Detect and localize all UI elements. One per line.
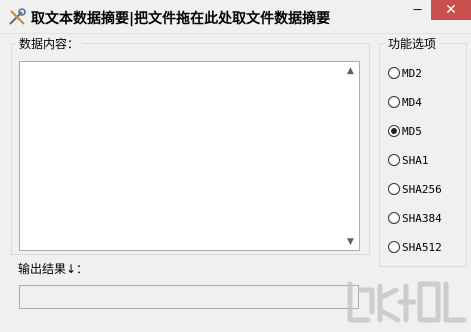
- radio-sha1[interactable]: [388, 154, 400, 166]
- output-label: 输出结果↓：: [18, 262, 89, 276]
- data-content-label: 数据内容：: [16, 35, 83, 52]
- option-md5-label: MD5: [402, 124, 422, 138]
- watermark-logo: [347, 281, 467, 323]
- option-sha1-label: SHA1: [402, 153, 429, 167]
- scroll-down-icon[interactable]: ▼: [342, 233, 359, 250]
- option-sha384[interactable]: SHA384: [388, 210, 442, 226]
- option-sha256-label: SHA256: [402, 182, 442, 196]
- radio-sha384[interactable]: [388, 212, 400, 224]
- option-sha1[interactable]: SHA1: [388, 152, 429, 168]
- minimize-button[interactable]: ─: [404, 0, 431, 20]
- radio-md5[interactable]: [388, 125, 400, 137]
- close-button[interactable]: ✕: [431, 0, 471, 20]
- option-md5[interactable]: MD5: [388, 123, 422, 139]
- option-md4-label: MD4: [402, 95, 422, 109]
- radio-sha256[interactable]: [388, 183, 400, 195]
- option-sha256[interactable]: SHA256: [388, 181, 442, 197]
- option-md4[interactable]: MD4: [388, 94, 422, 110]
- option-md2[interactable]: MD2: [388, 65, 422, 81]
- option-md2-label: MD2: [402, 66, 422, 80]
- output-field[interactable]: [19, 285, 359, 309]
- vertical-scrollbar[interactable]: ▲ ▼: [342, 62, 359, 250]
- data-content-textarea[interactable]: ▲ ▼: [19, 61, 360, 251]
- scroll-up-icon[interactable]: ▲: [342, 62, 359, 79]
- option-sha384-label: SHA384: [402, 211, 442, 225]
- radio-md2[interactable]: [388, 67, 400, 79]
- tools-icon: [9, 8, 26, 25]
- window-title: 取文本数据摘要|把文件拖在此处取文件数据摘要: [31, 11, 331, 27]
- title-bar: 取文本数据摘要|把文件拖在此处取文件数据摘要 ─ ✕: [0, 0, 471, 34]
- option-sha512[interactable]: SHA512: [388, 239, 442, 255]
- radio-sha512[interactable]: [388, 241, 400, 253]
- radio-md4[interactable]: [388, 96, 400, 108]
- option-sha512-label: SHA512: [402, 240, 442, 254]
- options-label: 功能选项: [385, 35, 440, 52]
